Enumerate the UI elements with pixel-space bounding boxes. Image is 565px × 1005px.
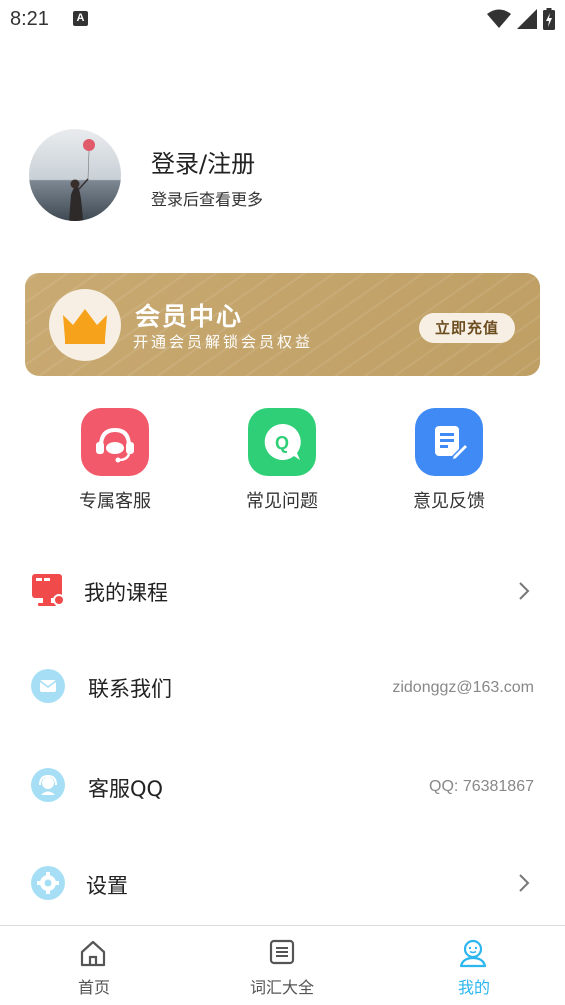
vip-center-banner[interactable]: 会员中心 开通会员解锁会员权益 立即充值 bbox=[25, 273, 540, 376]
wifi-icon bbox=[487, 9, 511, 28]
menu-item-customer-qq[interactable]: 客服QQ QQ: 76381867 bbox=[0, 746, 565, 826]
crown-icon bbox=[49, 289, 121, 361]
contact-email-value: zidonggz@163.com bbox=[392, 679, 534, 696]
support-icon bbox=[31, 768, 65, 802]
menu-label: 客服QQ bbox=[88, 777, 164, 801]
menu-item-my-courses[interactable]: 我的课程 bbox=[0, 551, 565, 631]
profile-icon bbox=[459, 939, 487, 968]
nav-label: 我的 bbox=[457, 978, 490, 997]
feedback-edit-icon bbox=[415, 408, 483, 476]
avatar[interactable] bbox=[29, 129, 121, 221]
quick-action-label: 专属客服 bbox=[79, 491, 151, 512]
home-icon bbox=[80, 940, 106, 967]
menu-item-settings[interactable]: 设置 bbox=[0, 843, 565, 923]
nav-tab-home[interactable]: 首页 bbox=[34, 926, 154, 1005]
nav-label: 词汇大全 bbox=[249, 978, 314, 997]
battery-charging-icon bbox=[543, 8, 555, 30]
menu-label: 联系我们 bbox=[88, 677, 172, 701]
settings-icon bbox=[31, 866, 65, 900]
vip-title: 会员中心 bbox=[135, 302, 244, 331]
nav-tab-me[interactable]: 我的 bbox=[414, 926, 534, 1005]
question-chat-icon: Q bbox=[248, 408, 316, 476]
headset-icon bbox=[81, 408, 149, 476]
menu-label: 设置 bbox=[86, 874, 128, 898]
bottom-navigation: 首页 词汇大全 我的 bbox=[0, 925, 565, 1005]
recharge-now-button[interactable]: 立即充值 bbox=[419, 313, 515, 343]
quick-action-feedback[interactable]: 意见反馈 bbox=[389, 408, 509, 513]
menu-item-contact-us[interactable]: 联系我们 zidonggz@163.com bbox=[0, 647, 565, 727]
chevron-right-icon bbox=[519, 874, 530, 892]
chevron-right-icon bbox=[519, 582, 530, 600]
vip-subtitle: 开通会员解锁会员权益 bbox=[133, 333, 314, 351]
login-subtitle: 登录后查看更多 bbox=[151, 190, 264, 209]
status-icons bbox=[487, 8, 555, 30]
mail-icon bbox=[31, 669, 65, 703]
quick-action-customer-service[interactable]: 专属客服 bbox=[55, 408, 175, 513]
cell-signal-icon bbox=[517, 9, 537, 29]
course-icon bbox=[31, 573, 65, 607]
quick-action-faq[interactable]: Q 常见问题 bbox=[222, 408, 342, 513]
status-time: 8:21 bbox=[10, 8, 49, 30]
quick-action-label: 意见反馈 bbox=[413, 491, 485, 512]
qq-number-value: QQ: 76381867 bbox=[429, 778, 534, 795]
quick-action-label: 常见问题 bbox=[246, 491, 318, 512]
notification-a-icon: A bbox=[73, 11, 88, 26]
nav-tab-vocabulary[interactable]: 词汇大全 bbox=[222, 926, 342, 1005]
list-icon bbox=[269, 939, 295, 965]
nav-label: 首页 bbox=[77, 978, 110, 997]
login-register-title[interactable]: 登录/注册 bbox=[151, 144, 255, 179]
status-bar: 8:21 A bbox=[0, 0, 565, 40]
svg-text:Q: Q bbox=[275, 433, 289, 453]
menu-label: 我的课程 bbox=[84, 581, 168, 605]
